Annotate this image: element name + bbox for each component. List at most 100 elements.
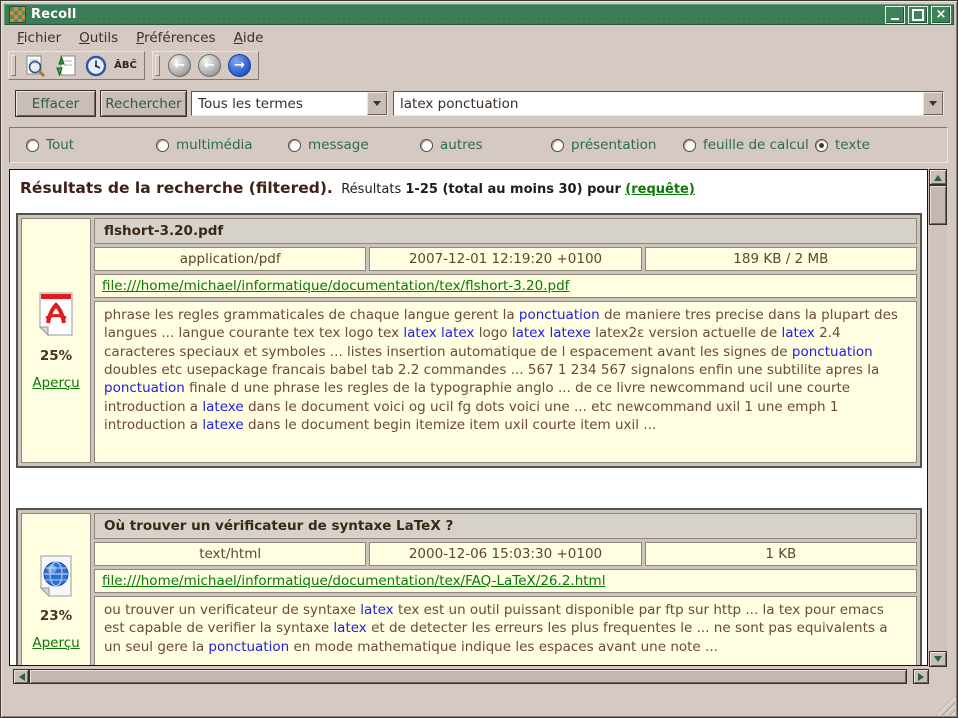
scroll-down-button[interactable] <box>929 651 947 667</box>
radio-autres[interactable]: autres <box>420 137 483 153</box>
date-modified: 2007-12-01 12:19:20 +0100 <box>369 247 641 271</box>
result-card-2: 23% Aperçu Où trouver un vérificateur de… <box>16 508 922 666</box>
radio-label: texte <box>835 137 870 153</box>
query-combo[interactable] <box>393 91 944 116</box>
window-title: Recoll <box>31 7 77 22</box>
toolbar-group-navigation: ← ← → <box>152 51 259 80</box>
arrow-left-icon: ← <box>198 54 221 77</box>
menu-preferences-label: références <box>144 30 216 46</box>
result-2-body: Où trouver un vérificateur de syntaxe La… <box>94 513 917 666</box>
menubar: Fichier Outils Préférences Aide <box>4 26 954 49</box>
horizontal-scrollbar[interactable] <box>13 669 929 684</box>
results-title: Résultats de la recherche (filtered). <box>20 179 333 197</box>
menu-fichier[interactable]: Fichier <box>8 28 70 48</box>
menu-aide[interactable]: Aide <box>225 28 273 48</box>
chevron-down-icon <box>373 101 381 110</box>
category-filter-panel: Tout multimédia message autres présentat… <box>9 127 948 163</box>
horizontal-scrollbar-thumb[interactable] <box>29 669 907 684</box>
result-1-body: flshort-3.20.pdf application/pdf 2007-12… <box>94 218 917 463</box>
scroll-up-button[interactable] <box>929 169 947 185</box>
results-list: Résultats de la recherche (filtered). Ré… <box>9 169 928 666</box>
preview-link[interactable]: Aperçu <box>32 635 79 651</box>
radio-presentation[interactable]: présentation <box>551 137 656 153</box>
close-icon: × <box>936 8 947 21</box>
triangle-up-icon <box>934 171 942 181</box>
result-2-side-panel: 23% Aperçu <box>21 513 91 666</box>
close-button[interactable]: × <box>931 6 951 24</box>
titlebar[interactable]: Recoll × <box>4 4 954 25</box>
window-controls: × <box>885 6 951 24</box>
search-button[interactable]: Rechercher <box>100 90 187 117</box>
radio-feuille-de-calcul[interactable]: feuille de calcul <box>683 137 809 153</box>
first-page-button[interactable]: ← <box>166 54 193 77</box>
radio-texte[interactable]: texte <box>815 137 870 153</box>
search-mode-select[interactable]: Tous les termes <box>191 91 388 116</box>
result-1-side-panel: 25% Aperçu <box>21 218 91 463</box>
dropdown-button[interactable] <box>923 92 943 115</box>
scroll-right-button[interactable] <box>913 669 929 684</box>
toolbar: ÂBĈ ← ← → <box>8 51 259 80</box>
radio-label: autres <box>440 137 483 153</box>
term-explorer-button[interactable]: ÂBĈ <box>112 54 139 77</box>
preview-link[interactable]: Aperçu <box>32 375 79 391</box>
menu-fichier-accel: F <box>17 30 24 46</box>
result-title: Où trouver un vérificateur de syntaxe La… <box>94 513 917 539</box>
radio-multimedia[interactable]: multimédia <box>156 137 253 153</box>
radio-label: feuille de calcul <box>703 137 809 153</box>
file-size: 1 KB <box>645 542 917 566</box>
mime-type: text/html <box>94 542 366 566</box>
update-index-button[interactable] <box>52 54 79 77</box>
result-title: flshort-3.20.pdf <box>94 218 917 244</box>
dropdown-button[interactable] <box>367 92 387 115</box>
radio-icon <box>551 139 564 152</box>
result-url-link[interactable]: file:///home/michael/informatique/docume… <box>102 573 605 589</box>
menu-aide-label: ide <box>243 30 264 46</box>
results-count-prefix: Résultats <box>337 182 405 197</box>
radio-icon <box>420 139 433 152</box>
recoll-window: Recoll × Fichier Outils Préférences Aide <box>0 0 958 718</box>
radio-message[interactable]: message <box>288 137 369 153</box>
scroll-left-button[interactable] <box>13 669 29 684</box>
radio-icon <box>26 139 39 152</box>
menu-preferences[interactable]: Préférences <box>127 28 224 48</box>
search-input[interactable] <box>394 96 923 112</box>
toolbar-handle[interactable] <box>155 55 160 76</box>
date-modified: 2000-12-06 15:03:30 +0100 <box>369 542 641 566</box>
mime-type: application/pdf <box>94 247 366 271</box>
relevance-percent: 23% <box>40 608 72 624</box>
radio-icon <box>815 139 828 152</box>
result-url-row: file:///home/michael/informatique/docume… <box>94 569 917 593</box>
result-url-link[interactable]: file:///home/michael/informatique/docume… <box>102 278 569 294</box>
vertical-scrollbar-thumb[interactable] <box>929 185 947 225</box>
triangle-down-icon <box>934 656 942 666</box>
window-resize-grip[interactable] <box>936 696 955 715</box>
result-meta-row: application/pdf 2007-12-01 12:19:20 +010… <box>94 247 917 271</box>
document-update-icon <box>54 55 78 77</box>
clear-button[interactable]: Effacer <box>15 90 96 117</box>
previous-page-button[interactable]: ← <box>196 54 223 77</box>
history-button[interactable] <box>82 54 109 77</box>
file-size: 189 KB / 2 MB <box>645 247 917 271</box>
toolbar-group-tools: ÂBĈ <box>8 51 145 80</box>
menu-outils[interactable]: Outils <box>70 28 127 48</box>
advanced-search-button[interactable] <box>22 54 49 77</box>
arrow-left-icon: ← <box>168 54 191 77</box>
minimize-button[interactable] <box>885 6 905 24</box>
vertical-scrollbar[interactable] <box>929 169 947 667</box>
radio-tout[interactable]: Tout <box>26 137 74 153</box>
menu-outils-accel: O <box>79 30 90 46</box>
relevance-percent: 25% <box>40 348 72 364</box>
menu-preferences-accel: P <box>136 30 144 46</box>
document-search-icon <box>24 55 48 77</box>
maximize-button[interactable] <box>908 6 928 24</box>
triangle-left-icon <box>15 673 25 681</box>
next-page-button[interactable]: → <box>226 54 253 77</box>
search-mode-value: Tous les termes <box>192 96 309 112</box>
results-range: 1-25 (total au moins 30) pour <box>405 182 621 197</box>
result-snippet: ou trouver un verificateur de syntaxe la… <box>94 596 917 666</box>
query-link[interactable]: (requête) <box>625 182 695 197</box>
radio-label: message <box>308 137 369 153</box>
toolbar-handle[interactable] <box>11 55 16 76</box>
term-explorer-icon: ÂBĈ <box>114 60 137 71</box>
radio-icon <box>683 139 696 152</box>
